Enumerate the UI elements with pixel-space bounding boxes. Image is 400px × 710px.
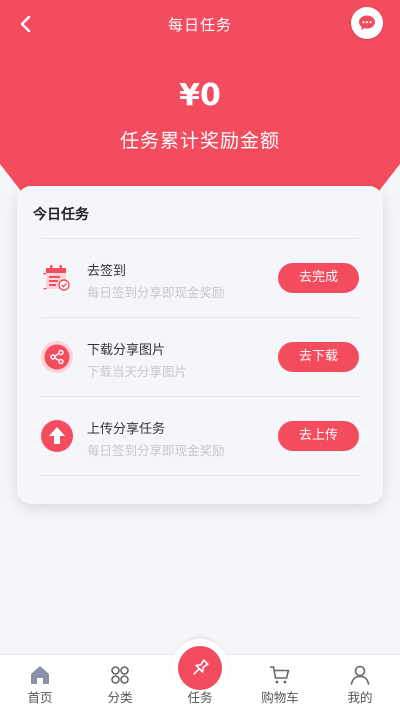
task-desc: 每日签到分享即现金奖励 [87, 285, 225, 300]
task-name: 上传分享任务 [87, 422, 166, 437]
reward-amount: ¥0 [179, 78, 221, 113]
tab-mine[interactable]: 我的 [320, 655, 400, 710]
cart-icon [269, 666, 290, 684]
tab-home[interactable]: 首页 [0, 655, 80, 710]
tab-task[interactable]: 任务 [160, 655, 240, 710]
task-name: 下载分享图片 [87, 343, 166, 358]
tab-label: 我的 [347, 690, 373, 705]
daily-task-card: 今日任务 去签到 每日签到分享即现金奖励 去完成 下载分享图片 下载当天分享图片… [17, 186, 383, 504]
task-desc: 下载当天分享图片 [87, 364, 188, 379]
task-icon-wrap [39, 260, 75, 296]
task-icon-wrap [39, 339, 75, 375]
tab-label: 购物车 [261, 690, 299, 705]
task-item-download: 下载分享图片 下载当天分享图片 去下载 [17, 317, 383, 396]
page-title: 每日任务 [167, 16, 232, 34]
upload-arrow-icon [41, 420, 73, 452]
task-item-sign-in: 去签到 每日签到分享即现金奖励 去完成 [17, 238, 383, 317]
complete-task-button[interactable]: 去完成 [278, 263, 359, 293]
tab-category[interactable]: 分类 [80, 655, 160, 710]
share-icon [41, 341, 73, 373]
tab-cart[interactable]: 购物车 [240, 655, 320, 710]
home-icon [31, 666, 49, 684]
download-task-button[interactable]: 去下载 [278, 342, 359, 372]
task-desc: 每日签到分享即现金奖励 [87, 443, 225, 458]
upload-task-button[interactable]: 去上传 [278, 421, 359, 451]
bottom-tab-bar: 首页 分类 任务 购物车 我的 [0, 639, 400, 710]
message-button[interactable] [351, 7, 383, 39]
sign-in-calendar-icon [43, 265, 70, 291]
task-item-upload: 上传分享任务 每日签到分享即现金奖励 去上传 [17, 396, 383, 475]
task-icon-wrap [39, 418, 75, 454]
user-icon [350, 665, 370, 685]
card-title: 今日任务 [33, 207, 89, 223]
category-icon [111, 666, 129, 684]
tab-label: 首页 [27, 690, 53, 705]
tab-label: 分类 [107, 690, 133, 705]
divider [41, 475, 359, 476]
reward-amount-label: 任务累计奖励金额 [119, 130, 280, 152]
task-name: 去签到 [87, 264, 127, 279]
tab-label: 任务 [187, 690, 213, 705]
chat-bubble-icon [359, 15, 375, 31]
